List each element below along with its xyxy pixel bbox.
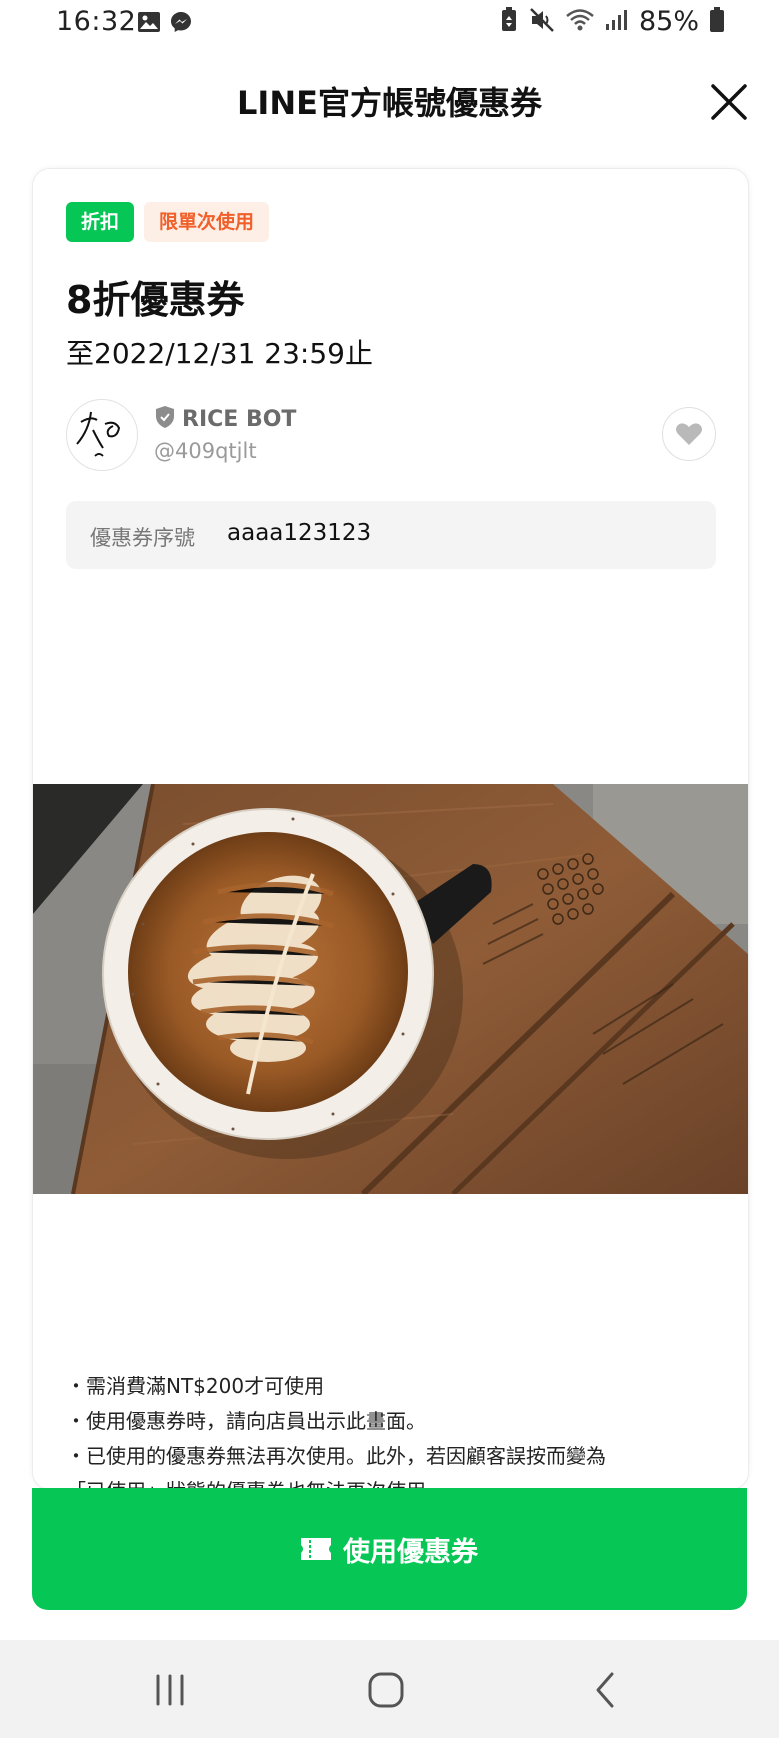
coupon-serial-box: 優惠券序號 aaaa123123 (66, 501, 716, 569)
favorite-button[interactable] (662, 407, 716, 461)
status-bar: 16:32 85% (0, 0, 779, 52)
avatar[interactable] (66, 399, 138, 471)
page-title: LINE官方帳號優惠券 (237, 84, 542, 122)
note-item: ・需消費滿NT$200才可使用 (66, 1374, 325, 1398)
serial-label: 優惠券序號 (90, 526, 195, 550)
status-system-icons: 85% (499, 6, 725, 37)
note-item: ・已使用的優惠券無法再次使用。此外，若因顧客誤按而變為 (66, 1444, 606, 1468)
heart-icon (676, 423, 702, 445)
status-notification-icons (137, 10, 193, 38)
coupon-notes: ・需消費滿NT$200才可使用 ・使用優惠券時，請向店員出示此畫面。 ・已使用的… (66, 1369, 726, 1489)
account-name-row: RICE BOT (154, 405, 296, 433)
close-button[interactable] (709, 82, 749, 122)
battery-percent: 85% (638, 6, 699, 37)
account-name: RICE BOT (182, 406, 297, 432)
use-coupon-label: 使用優惠券 (343, 1536, 478, 1568)
coupon-card: 折扣 限單次使用 8折優惠券 至2022/12/31 23:59止 RICE B… (32, 168, 749, 1490)
battery-saver-icon (499, 6, 519, 37)
signal-icon (605, 8, 629, 36)
account-row: RICE BOT @409qtjlt (66, 399, 716, 471)
close-icon (711, 84, 747, 120)
coupon-image (33, 784, 748, 1194)
use-coupon-button[interactable]: 使用優惠券 (32, 1488, 747, 1610)
android-nav-bar (0, 1640, 779, 1738)
header: LINE官方帳號優惠券 (0, 62, 779, 138)
home-button[interactable] (364, 1668, 408, 1712)
image-icon (137, 10, 161, 38)
back-icon (596, 1672, 614, 1708)
recent-apps-icon (156, 1674, 184, 1706)
battery-icon (709, 6, 725, 37)
shield-icon (154, 405, 176, 433)
note-item: ・使用優惠券時，請向店員出示此畫面。 (66, 1409, 426, 1433)
account-id: @409qtjlt (154, 439, 257, 463)
back-button[interactable] (584, 1668, 628, 1712)
discount-badge: 折扣 (66, 202, 135, 242)
wifi-icon (565, 7, 595, 37)
serial-value: aaaa123123 (227, 520, 372, 546)
single-use-badge: 限單次使用 (144, 202, 270, 242)
messenger-icon (169, 10, 193, 38)
mute-icon (529, 7, 555, 37)
recent-apps-button[interactable] (148, 1668, 192, 1712)
ticket-icon (301, 1538, 331, 1560)
home-icon (368, 1672, 404, 1708)
coupon-badges: 折扣 限單次使用 (66, 202, 270, 242)
coupon-title: 8折優惠券 (66, 278, 245, 322)
coupon-expiry: 至2022/12/31 23:59止 (66, 337, 373, 370)
status-time: 16:32 (56, 6, 137, 37)
